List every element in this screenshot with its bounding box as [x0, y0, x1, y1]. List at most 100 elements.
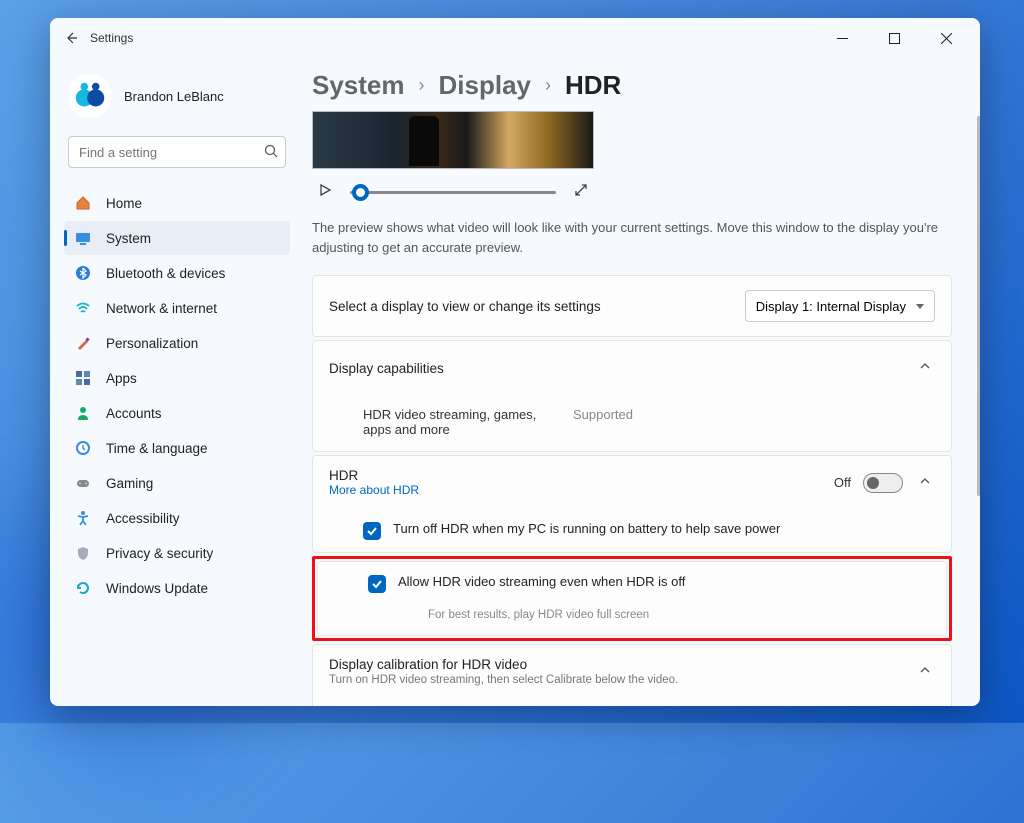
nav-label: Privacy & security [106, 546, 213, 561]
collapse-button[interactable] [915, 659, 935, 685]
chevron-up-icon [919, 360, 931, 372]
minimize-button[interactable] [822, 23, 862, 53]
back-button[interactable] [64, 31, 78, 45]
capabilities-detail: HDR video streaming, games, apps and mor… [313, 395, 951, 451]
calibration-sub: Turn on HDR video streaming, then select… [329, 674, 915, 686]
nav-label: Gaming [106, 476, 153, 491]
fullscreen-button[interactable] [574, 183, 588, 202]
battery-check-row: Turn off HDR when my PC is running on ba… [313, 509, 951, 552]
breadcrumb-hdr: HDR [565, 70, 621, 101]
video-slider[interactable] [350, 191, 556, 194]
back-arrow-icon [64, 31, 78, 45]
expand-icon [574, 183, 588, 197]
play-button[interactable] [318, 183, 332, 202]
nav-label: Apps [106, 371, 137, 386]
nav-accounts[interactable]: Accounts [64, 396, 290, 430]
hdr-more-link[interactable]: More about HDR [329, 483, 822, 497]
capabilities-status: Supported [573, 407, 633, 437]
nav-bluetooth[interactable]: Bluetooth & devices [64, 256, 290, 290]
preview-video [312, 111, 594, 169]
hdr-toggle[interactable] [863, 473, 903, 493]
accessibility-icon [74, 509, 92, 527]
system-icon [74, 229, 92, 247]
clock-icon [74, 439, 92, 457]
search-input[interactable] [68, 136, 286, 168]
preview-help-text: The preview shows what video will look l… [312, 218, 952, 257]
streaming-sub-text: For best results, play HDR video full sc… [348, 609, 946, 635]
accounts-icon [74, 404, 92, 422]
gaming-icon [74, 474, 92, 492]
minimize-icon [837, 33, 848, 44]
nav-label: Network & internet [106, 301, 217, 316]
nav-home[interactable]: Home [64, 186, 290, 220]
settings-window: Settings Brandon LeBlanc Home System Blu… [50, 18, 980, 706]
hdr-toggle-state: Off [834, 475, 851, 490]
wifi-icon [74, 299, 92, 317]
dropdown-value: Display 1: Internal Display [756, 299, 906, 314]
collapse-button[interactable] [915, 355, 935, 381]
collapse-button[interactable] [915, 470, 935, 496]
nav-time[interactable]: Time & language [64, 431, 290, 465]
nav-privacy[interactable]: Privacy & security [64, 536, 290, 570]
streaming-checkbox[interactable] [368, 575, 386, 593]
titlebar: Settings [50, 18, 980, 58]
apps-icon [74, 369, 92, 387]
update-icon [74, 579, 92, 597]
nav-accessibility[interactable]: Accessibility [64, 501, 290, 535]
play-icon [318, 183, 332, 197]
sidebar: Brandon LeBlanc Home System Bluetooth & … [50, 58, 298, 706]
search-icon [264, 144, 278, 158]
battery-checkbox[interactable] [363, 522, 381, 540]
highlight-annotation: Allow HDR video streaming even when HDR … [312, 556, 952, 641]
nav-list: Home System Bluetooth & devices Network … [64, 186, 290, 605]
nav-label: System [106, 231, 151, 246]
streaming-check-label: Allow HDR video streaming even when HDR … [398, 574, 685, 589]
preview-controls [312, 169, 594, 218]
check-icon [366, 525, 378, 537]
capabilities-header[interactable]: Display capabilities [313, 341, 951, 395]
nav-label: Bluetooth & devices [106, 266, 225, 281]
chevron-up-icon [919, 664, 931, 676]
nav-label: Windows Update [106, 581, 208, 596]
user-profile[interactable]: Brandon LeBlanc [64, 58, 290, 132]
hdr-card: HDR More about HDR Off Turn off HDR when… [312, 455, 952, 553]
battery-check-label: Turn off HDR when my PC is running on ba… [393, 521, 780, 536]
calibration-card: Display calibration for HDR video Turn o… [312, 644, 952, 706]
breadcrumb-display[interactable]: Display [439, 70, 532, 101]
breadcrumb-system[interactable]: System [312, 70, 405, 101]
nav-label: Time & language [106, 441, 208, 456]
slider-thumb[interactable] [352, 184, 369, 201]
nav-label: Accounts [106, 406, 162, 421]
capabilities-title: Display capabilities [329, 361, 903, 376]
close-icon [941, 33, 952, 44]
calibration-title: Display calibration for HDR video [329, 657, 915, 672]
user-name: Brandon LeBlanc [124, 89, 224, 104]
nav-apps[interactable]: Apps [64, 361, 290, 395]
bluetooth-icon [74, 264, 92, 282]
capabilities-card: Display capabilities HDR video streaming… [312, 340, 952, 452]
nav-personalization[interactable]: Personalization [64, 326, 290, 360]
display-dropdown[interactable]: Display 1: Internal Display [745, 290, 935, 322]
nav-label: Accessibility [106, 511, 180, 526]
nav-gaming[interactable]: Gaming [64, 466, 290, 500]
chevron-right-icon: › [419, 75, 425, 96]
close-button[interactable] [926, 23, 966, 53]
shield-icon [74, 544, 92, 562]
nav-update[interactable]: Windows Update [64, 571, 290, 605]
nav-label: Home [106, 196, 142, 211]
nav-label: Personalization [106, 336, 198, 351]
hdr-header: HDR More about HDR Off [313, 456, 951, 509]
calibration-header[interactable]: Display calibration for HDR video Turn o… [313, 645, 951, 698]
nav-system[interactable]: System [64, 221, 290, 255]
scrollbar[interactable] [977, 116, 980, 496]
maximize-button[interactable] [874, 23, 914, 53]
hdr-title: HDR [329, 468, 822, 483]
chevron-right-icon: › [545, 75, 551, 96]
chevron-up-icon [919, 475, 931, 487]
calibration-preview-label: Preview [313, 698, 951, 706]
breadcrumb: System › Display › HDR [312, 70, 952, 101]
content-area: System › Display › HDR The preview shows… [298, 58, 980, 706]
check-icon [371, 578, 383, 590]
window-title: Settings [90, 31, 133, 45]
nav-network[interactable]: Network & internet [64, 291, 290, 325]
